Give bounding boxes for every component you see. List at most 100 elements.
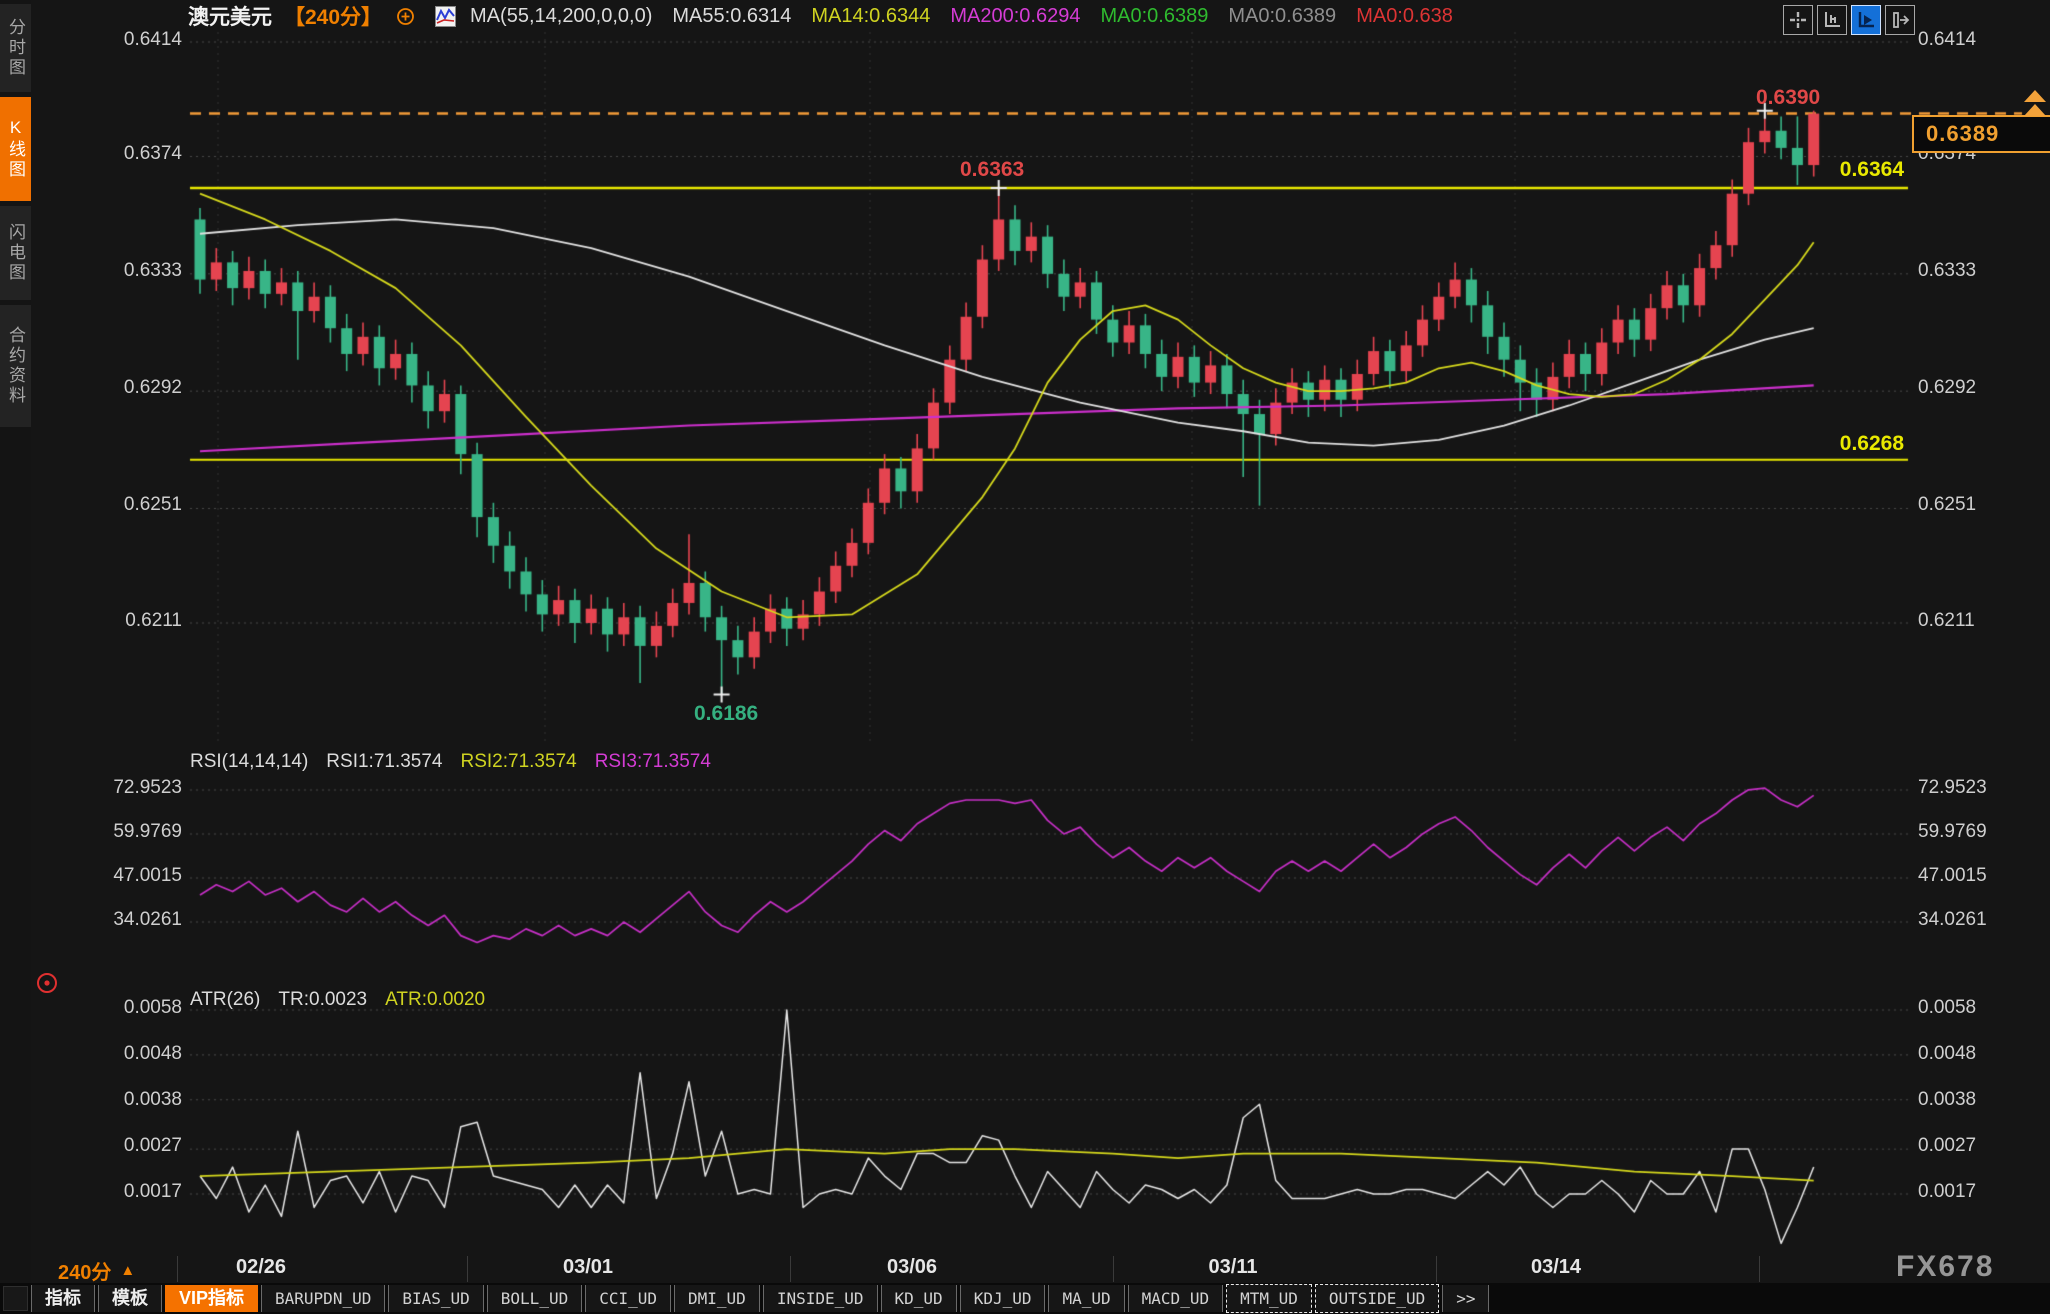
period-label[interactable]: 【240分】 <box>284 1 382 31</box>
sidebar: 分时图 K线图 闪电图 合约资料 <box>0 0 31 1314</box>
rsi-axis-label: 34.0261 <box>1918 909 2028 931</box>
tab-barupdn-ud[interactable]: BARUPDN_UD <box>261 1285 385 1312</box>
rsi-header: RSI(14,14,14) RSI1:71.3574 RSI2:71.3574 … <box>190 751 711 773</box>
rsi-axis-label: 47.0015 <box>1918 865 2028 887</box>
crosshair-tool-icon[interactable] <box>1783 5 1813 35</box>
tab-outside-ud[interactable]: OUTSIDE_UD <box>1315 1284 1439 1313</box>
tab-boll-ud[interactable]: BOLL_UD <box>487 1285 582 1312</box>
tab-macd-ud[interactable]: MACD_UD <box>1128 1285 1223 1312</box>
atr-axis-label: 0.0027 <box>88 1135 182 1157</box>
atr-axis-label: 0.0048 <box>1918 1043 2028 1065</box>
price-axis-label: 0.6251 <box>1918 494 2028 516</box>
resistance-label: 0.6363 <box>960 158 1024 182</box>
timeframe-selector[interactable]: 240分 ▲ <box>58 1256 135 1285</box>
tab-mtm-ud[interactable]: MTM_UD <box>1226 1284 1312 1313</box>
session-high-label: 0.6390 <box>1756 86 1820 110</box>
last-price-badge: 0.6389 <box>1912 115 2050 153</box>
axis-separator <box>1436 1256 1437 1282</box>
atr-axis-label: 0.0038 <box>88 1089 182 1111</box>
tab-dmi-ud[interactable]: DMI_UD <box>674 1285 760 1312</box>
axis-play-view-icon[interactable] <box>1851 5 1881 35</box>
tab-ma-ud[interactable]: MA_UD <box>1048 1285 1124 1312</box>
price-axis-label: 0.6292 <box>1918 377 2028 399</box>
rsi-indicator-name: RSI(14,14,14) <box>190 751 308 773</box>
ma55-value: MA55:0.6314 <box>672 5 791 28</box>
atr-axis-label: 0.0017 <box>1918 1181 2028 1203</box>
indicator-tabbar: 指标 模板 VIP指标 BARUPDN_UD BIAS_UD BOLL_UD C… <box>0 1283 2050 1314</box>
price-axis-label: 0.6414 <box>88 29 182 51</box>
add-indicator-icon[interactable] <box>396 7 415 26</box>
up-triangle-icon: ▲ <box>120 1262 135 1279</box>
rsi2-value: RSI2:71.3574 <box>461 751 577 773</box>
price-axis-label: 0.6251 <box>88 494 182 516</box>
axis-separator <box>1113 1256 1114 1282</box>
tab-kdj-ud[interactable]: KDJ_UD <box>960 1285 1046 1312</box>
axis-candle-view-icon[interactable] <box>1817 5 1847 35</box>
date-axis-label: 03/06 <box>867 1256 957 1279</box>
atr-axis-label: 0.0058 <box>1918 997 2028 1019</box>
app-root: 分时图 K线图 闪电图 合约资料 澳元美元 【240分】 MA(55,14,20… <box>0 0 2050 1314</box>
date-axis-label: 03/14 <box>1511 1256 1601 1279</box>
price-axis-label: 0.6211 <box>88 610 182 632</box>
watermark: FX678 <box>1896 1250 1994 1284</box>
price-axis-label: 0.6292 <box>88 377 182 399</box>
sidebar-item-contract-info[interactable]: 合约资料 <box>0 305 31 427</box>
rsi-axis-label: 72.9523 <box>88 777 182 799</box>
sidebar-item-kline-chart[interactable]: K线图 <box>0 97 31 201</box>
tab-kd-ud[interactable]: KD_UD <box>881 1285 957 1312</box>
atr-axis-label: 0.0027 <box>1918 1135 2028 1157</box>
symbol-title: 澳元美元 <box>188 1 272 31</box>
tab-indicator[interactable]: 指标 <box>31 1285 95 1312</box>
atr-value: ATR:0.0020 <box>385 989 485 1011</box>
rsi3-value: RSI3:71.3574 <box>595 751 711 773</box>
ma200-value: MA200:0.6294 <box>950 5 1080 28</box>
resistance-right-label: 0.6364 <box>1800 158 1904 182</box>
rsi-axis-label: 59.9769 <box>1918 821 2028 843</box>
date-axis-label: 03/11 <box>1188 1256 1278 1279</box>
support-right-label: 0.6268 <box>1800 432 1904 456</box>
date-axis-label: 02/26 <box>216 1256 306 1279</box>
date-axis-label: 03/01 <box>543 1256 633 1279</box>
tab-bias-ud[interactable]: BIAS_UD <box>388 1285 483 1312</box>
atr-header: ATR(26) TR:0.0023 ATR:0.0020 <box>190 989 485 1011</box>
atr-indicator-name: ATR(26) <box>190 989 260 1011</box>
tab-cci-ud[interactable]: CCI_UD <box>585 1285 671 1312</box>
tab-template[interactable]: 模板 <box>98 1285 162 1312</box>
chart-canvas[interactable] <box>0 0 2050 1314</box>
rsi-axis-label: 34.0261 <box>88 909 182 931</box>
atr-axis-label: 0.0058 <box>88 997 182 1019</box>
tab-vip-indicator[interactable]: VIP指标 <box>165 1285 258 1312</box>
ma14-value: MA14:0.6344 <box>811 5 930 28</box>
rsi-axis-label: 72.9523 <box>1918 777 2028 799</box>
session-low-label: 0.6186 <box>694 702 758 726</box>
tr-value: TR:0.0023 <box>278 989 367 1011</box>
sidebar-item-time-chart[interactable]: 分时图 <box>0 4 31 92</box>
price-axis-label: 0.6333 <box>1918 260 2028 282</box>
rsi-axis-label: 59.9769 <box>88 821 182 843</box>
axis-separator <box>790 1256 791 1282</box>
axis-separator <box>1759 1256 1760 1282</box>
ma0-value-2: MA0:0.6389 <box>1228 5 1336 28</box>
price-axis-label: 0.6211 <box>1918 610 2028 632</box>
target-icon[interactable] <box>34 970 60 1001</box>
atr-axis-label: 0.0038 <box>1918 1089 2028 1111</box>
price-axis-label: 0.6374 <box>88 143 182 165</box>
price-axis-label: 0.6333 <box>88 260 182 282</box>
ma0-value-3: MA0:0.638 <box>1356 5 1453 28</box>
pane-shift-icon[interactable] <box>1885 5 1915 35</box>
ma0-value-1: MA0:0.6389 <box>1100 5 1208 28</box>
chart-legend: 澳元美元 【240分】 MA(55,14,200,0,0,0) MA55:0.6… <box>188 3 1453 29</box>
price-axis-label: 0.6414 <box>1918 29 2028 51</box>
tab-inside-ud[interactable]: INSIDE_UD <box>763 1285 878 1312</box>
chart-toolbar <box>1783 5 1915 35</box>
scroll-to-latest-icon[interactable] <box>2024 90 2046 116</box>
rsi1-value: RSI1:71.3574 <box>326 751 442 773</box>
timeframe-label: 240分 <box>58 1256 111 1285</box>
mini-chart-icon[interactable] <box>435 6 456 27</box>
sidebar-item-lightning-chart[interactable]: 闪电图 <box>0 206 31 300</box>
tab-more[interactable]: >> <box>1442 1285 1489 1312</box>
atr-axis-label: 0.0017 <box>88 1181 182 1203</box>
axis-separator <box>467 1256 468 1282</box>
rsi-axis-label: 47.0015 <box>88 865 182 887</box>
axis-separator <box>177 1256 178 1282</box>
